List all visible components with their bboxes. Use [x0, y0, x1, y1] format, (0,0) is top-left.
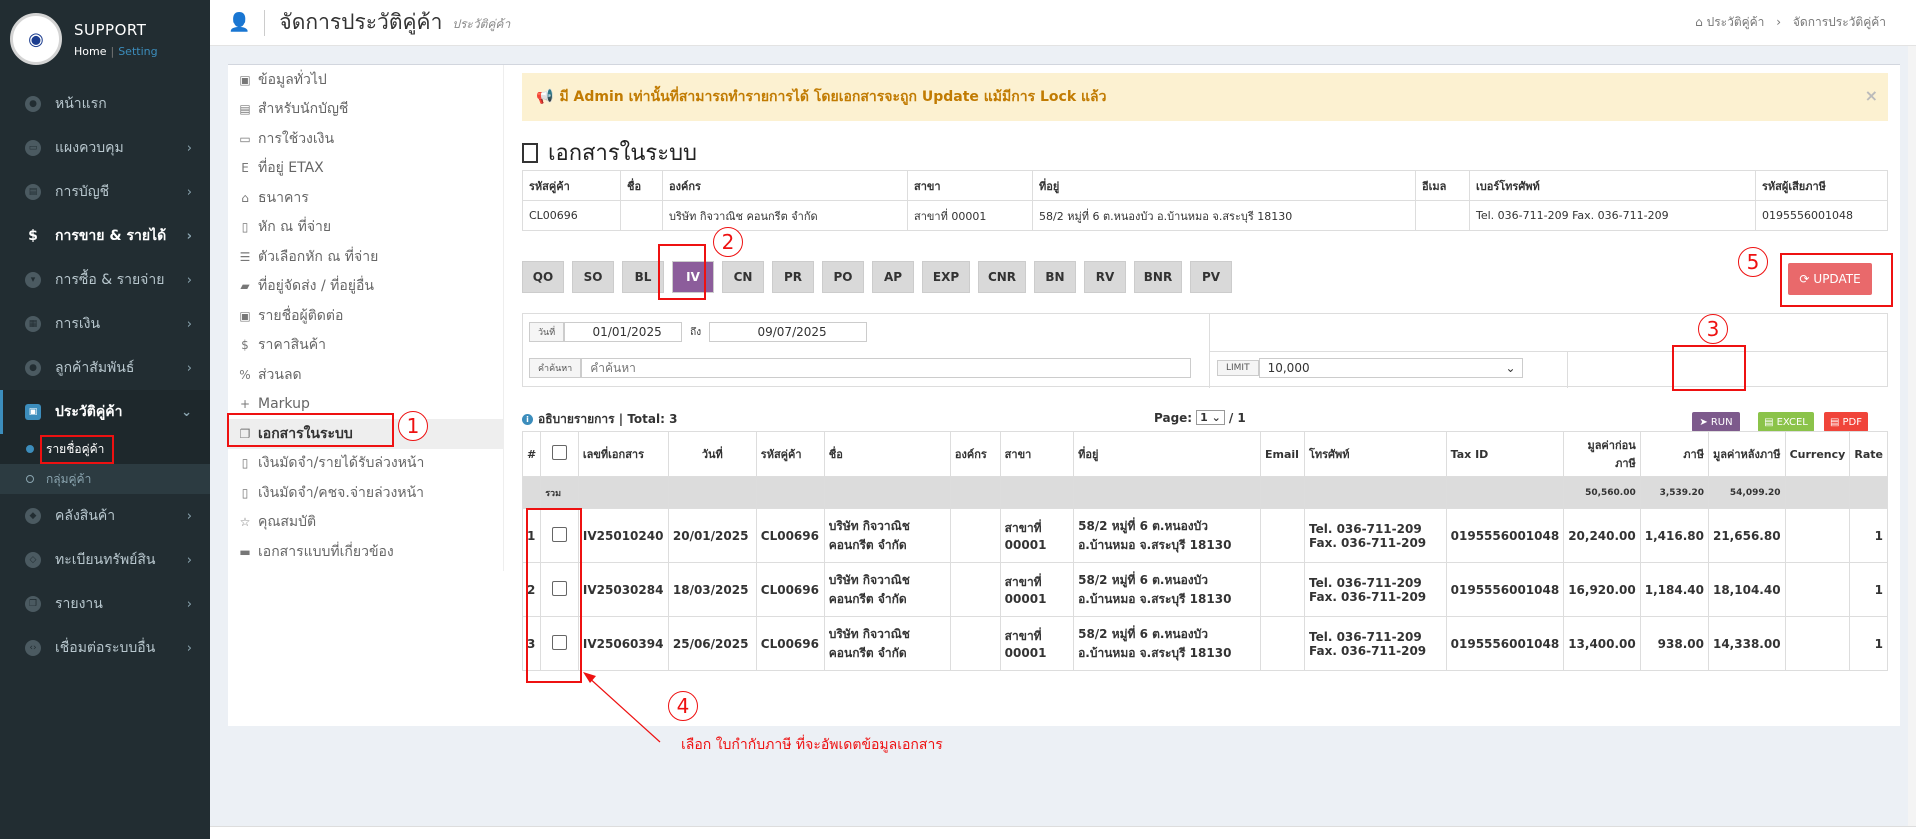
footer	[210, 826, 1916, 839]
annotation-arrow	[583, 672, 661, 743]
annotation-note: เลือก ใบกำกับภาษี ที่จะอัพเดตข้อมูลเอกสา…	[681, 737, 943, 753]
